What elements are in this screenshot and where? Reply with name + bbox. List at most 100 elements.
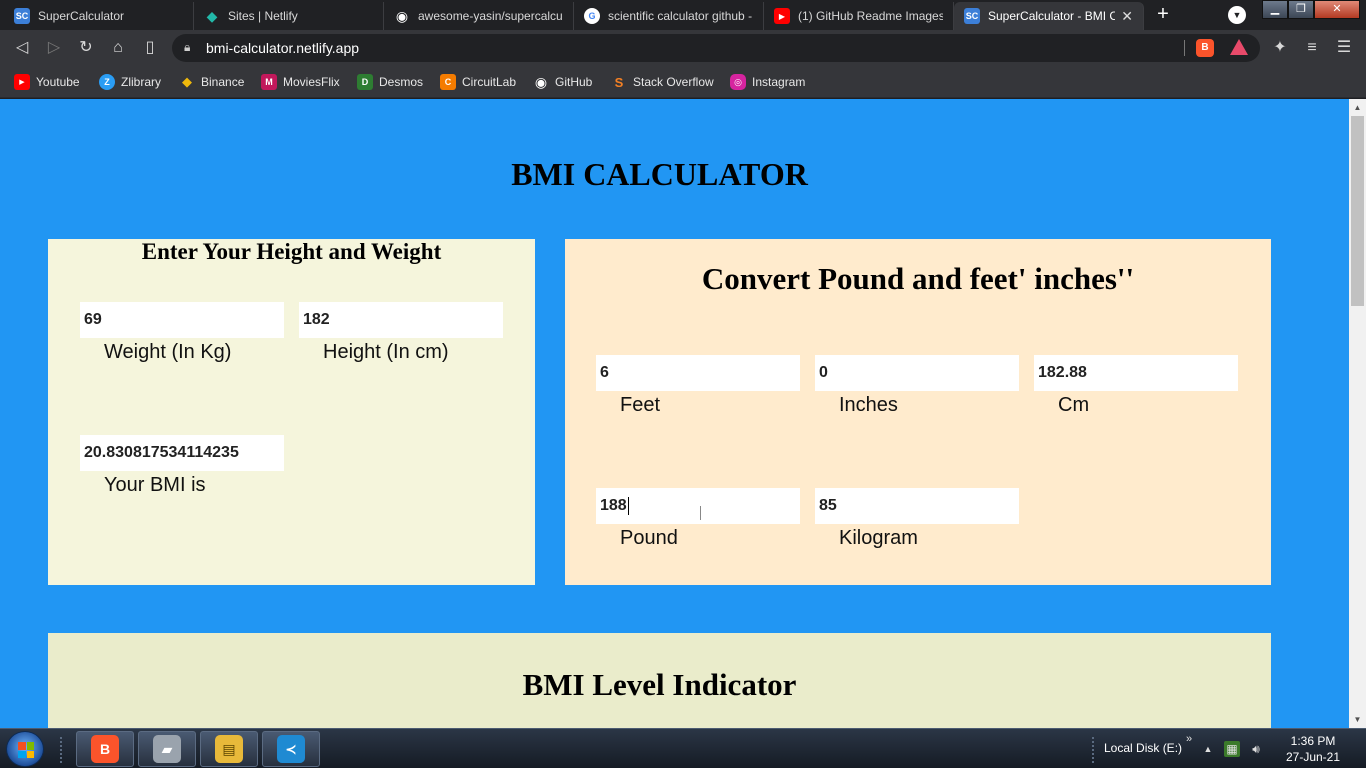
feet-input[interactable]: 6 [596, 355, 800, 391]
inches-label: Inches [839, 394, 898, 416]
clock-date: 27-Jun-21 [1285, 750, 1341, 764]
tray-overflow-arrow-icon[interactable]: ▲ [1200, 741, 1216, 757]
windows-taskbar: B ▰ ▤ ≺ Local Disk (E:) » ▲ ▦ 🔊︎ 1:36 PM… [0, 728, 1366, 768]
scroll-thumb[interactable] [1351, 116, 1364, 306]
bookmark-zlibrary[interactable]: Z Zlibrary [99, 72, 161, 92]
bookmarks-bar: ▶ Youtube Z Zlibrary ◆ Binance M MoviesF… [0, 66, 1366, 98]
tab-google-search[interactable]: G scientific calculator github - G [574, 2, 764, 30]
circuitlab-icon: C [440, 74, 456, 90]
github-icon: ◉ [534, 73, 548, 90]
bookmark-label: Youtube [36, 75, 80, 89]
brave-shields-icon[interactable]: B [1196, 39, 1214, 57]
address-bar[interactable]: 🔒︎ bmi-calculator.netlify.app B [172, 34, 1260, 62]
taskbar-drive-tool-button[interactable]: ▰ [138, 731, 196, 767]
brave-icon: B [91, 735, 119, 763]
scroll-down-arrow-icon[interactable]: ▼ [1349, 711, 1366, 728]
desmos-icon: D [357, 74, 373, 90]
tray-grip [1092, 737, 1096, 763]
text-caret [627, 496, 629, 515]
reading-list-icon[interactable]: ≡ [1302, 38, 1322, 58]
taskbar-vscode-button[interactable]: ≺ [262, 731, 320, 767]
bookmark-label: Instagram [752, 75, 806, 89]
volume-icon[interactable]: 🔊︎ [1248, 741, 1264, 757]
youtube-icon: ▶ [14, 74, 30, 90]
taskbar-brave-button[interactable]: B [76, 731, 134, 767]
cm-label: Cm [1058, 394, 1090, 416]
network-icon[interactable]: ▦ [1224, 741, 1240, 757]
moviesflix-icon: M [261, 74, 277, 90]
lock-icon: 🔒︎ [184, 40, 191, 54]
page-viewport: BMI CALCULATOR Enter Your Height and Wei… [0, 99, 1349, 728]
brave-rewards-icon[interactable] [1230, 39, 1248, 55]
github-favicon-icon: ◉ [395, 7, 409, 24]
bookmark-github[interactable]: ◉ GitHub [533, 72, 592, 92]
back-arrow-icon[interactable]: ◁ [12, 38, 32, 58]
url-text[interactable]: bmi-calculator.netlify.app [206, 40, 359, 56]
bookmark-desmos[interactable]: D Desmos [357, 72, 423, 92]
bookmark-icon[interactable]: ▯ [140, 38, 160, 58]
reload-icon[interactable]: ↻ [76, 38, 96, 58]
cm-input[interactable]: 182.88 [1034, 355, 1238, 391]
minimize-window-button[interactable]: ▁ [1262, 0, 1288, 19]
tab-title: SuperCalculator - BMI Ca [988, 9, 1116, 23]
bookmark-stack-overflow[interactable]: S Stack Overflow [611, 72, 714, 92]
bmi-result-field: 20.830817534114235 Your BMI is [80, 435, 284, 497]
bookmark-label: Desmos [379, 75, 424, 89]
bookmark-binance[interactable]: ◆ Binance [179, 72, 244, 92]
bookmark-label: Zlibrary [121, 75, 162, 89]
instagram-icon: ◎ [730, 74, 746, 90]
bookmark-moviesflix[interactable]: M MoviesFlix [261, 72, 340, 92]
tab-supercalculator[interactable]: SC SuperCalculator [4, 2, 194, 30]
tab-title: (1) GitHub Readme Images T [798, 9, 943, 23]
maximize-window-button[interactable]: ❐ [1288, 0, 1314, 19]
toolbar-expand-icon[interactable]: » [1181, 731, 1197, 747]
bmi-result-input[interactable]: 20.830817534114235 [80, 435, 284, 471]
start-button[interactable] [6, 731, 44, 767]
height-input[interactable]: 182 [299, 302, 503, 338]
mouse-cursor-icon [700, 506, 706, 520]
weight-input[interactable]: 69 [80, 302, 284, 338]
home-icon[interactable]: ⌂ [108, 38, 128, 58]
tab-strip: SC SuperCalculator ◆ Sites | Netlify ◉ a… [0, 0, 1366, 30]
pound-input[interactable]: 188 [596, 488, 800, 524]
pound-value: 188 [600, 497, 627, 514]
close-window-button[interactable]: ✕ [1314, 0, 1360, 19]
taskbar-file-explorer-button[interactable]: ▤ [200, 731, 258, 767]
tab-youtube[interactable]: ▶ (1) GitHub Readme Images T [764, 2, 954, 30]
folder-icon: ▤ [215, 735, 243, 763]
page-scrollbar[interactable]: ▲ ▼ [1349, 99, 1366, 728]
scroll-up-arrow-icon[interactable]: ▲ [1349, 99, 1366, 116]
kilogram-label: Kilogram [839, 527, 918, 549]
tab-github-supercalculator[interactable]: ◉ awesome-yasin/supercalcula [384, 2, 574, 30]
bookmark-instagram[interactable]: ◎ Instagram [730, 72, 805, 92]
bookmark-circuitlab[interactable]: C CircuitLab [440, 72, 516, 92]
bookmark-label: CircuitLab [462, 75, 517, 89]
extensions-puzzle-icon[interactable]: ✦ [1270, 38, 1290, 58]
tab-title: awesome-yasin/supercalcula [418, 9, 563, 23]
weight-label: Weight (In Kg) [104, 341, 232, 363]
system-clock[interactable]: 1:36 PM 27-Jun-21 [1280, 733, 1346, 765]
converter-card: Convert Pound and feet' inches'' 6 Feet … [565, 239, 1271, 585]
tab-bmi-calculator[interactable]: SC SuperCalculator - BMI Ca ✕ [954, 2, 1144, 30]
page-title: BMI CALCULATOR [511, 156, 808, 192]
tab-search-chevron-icon[interactable]: ▼ [1228, 6, 1246, 24]
feet-label: Feet [620, 394, 661, 416]
bookmark-label: Stack Overflow [633, 75, 714, 89]
cm-field: 182.88 Cm [1034, 355, 1238, 417]
tab-close-icon[interactable]: ✕ [1121, 8, 1133, 25]
bookmark-youtube[interactable]: ▶ Youtube [14, 72, 80, 92]
inches-input[interactable]: 0 [815, 355, 1019, 391]
browser-menu-icon[interactable]: ☰ [1334, 38, 1354, 58]
new-tab-button[interactable]: + [1152, 4, 1174, 26]
omnibox-divider [1184, 40, 1185, 56]
tab-title: scientific calculator github - G [608, 9, 753, 23]
netlify-favicon-icon: ◆ [206, 7, 218, 24]
pound-label: Pound [620, 527, 678, 549]
bmi-indicator-card: BMI Level Indicator [48, 633, 1271, 728]
kilogram-input[interactable]: 85 [815, 488, 1019, 524]
bookmark-label: Binance [201, 75, 245, 89]
pound-field: 188 Pound [596, 488, 800, 550]
forward-arrow-icon[interactable]: ▷ [44, 38, 64, 58]
tab-netlify[interactable]: ◆ Sites | Netlify [194, 2, 384, 30]
drive-toolbar-label[interactable]: Local Disk (E:) [1104, 741, 1182, 755]
